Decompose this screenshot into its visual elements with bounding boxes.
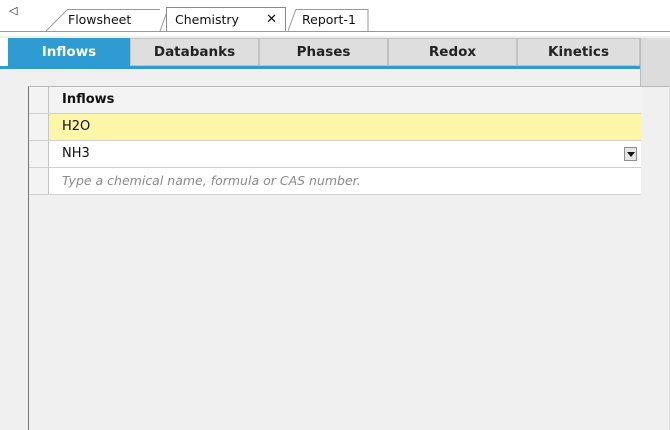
scroll-tabs-left-icon[interactable]: ◁ (9, 4, 17, 18)
column-header-inflows[interactable]: Inflows (62, 87, 114, 113)
tab-report-1[interactable]: Report-1 (288, 9, 376, 31)
new-inflow-row[interactable]: Type a chemical name, formula or CAS num… (29, 168, 641, 195)
row-header-cell (29, 87, 49, 113)
tab-inflows[interactable]: Inflows (8, 38, 130, 66)
tab-databanks[interactable]: Databanks (130, 38, 259, 66)
grid-header-row: Inflows (29, 87, 641, 114)
close-icon[interactable]: ✕ (266, 8, 277, 32)
tab-edge-icon (288, 9, 296, 31)
chevron-down-icon (627, 152, 635, 157)
table-row[interactable]: NH3 (29, 141, 641, 168)
tab-chemistry-label: Chemistry (175, 12, 239, 27)
tab-edge-icon (367, 9, 369, 31)
chemistry-window: ◁ Flowsheet Chemistry ✕ Report-1 Inflows… (0, 0, 670, 430)
tab-kinetics[interactable]: Kinetics (517, 38, 640, 66)
inflows-panel: Inflows H2O NH3 Type a chemical name, fo… (0, 69, 669, 430)
inflow-cell[interactable]: NH3 (62, 141, 90, 167)
section-tabbar: Inflows Databanks Phases Redox Kinetics (0, 38, 670, 68)
inflow-cell[interactable]: H2O (62, 114, 90, 140)
new-inflow-input[interactable]: Type a chemical name, formula or CAS num… (62, 168, 361, 194)
row-header-cell[interactable] (29, 114, 49, 140)
tab-flowsheet-label: Flowsheet (68, 12, 132, 27)
tab-edge-icon (46, 9, 69, 31)
document-tabbar: ◁ Flowsheet Chemistry ✕ Report-1 (0, 0, 670, 36)
tab-report-1-label: Report-1 (302, 12, 356, 27)
tab-redox[interactable]: Redox (388, 38, 517, 66)
inflows-grid: Inflows H2O NH3 Type a chemical name, fo… (28, 86, 669, 430)
tab-flowsheet[interactable]: Flowsheet (46, 9, 168, 31)
dropdown-button[interactable] (624, 147, 637, 161)
table-row[interactable]: H2O (29, 114, 641, 141)
tab-phases[interactable]: Phases (259, 38, 388, 66)
row-header-cell[interactable] (29, 141, 49, 167)
tabbar-divider (0, 31, 670, 32)
tab-chemistry[interactable]: Chemistry ✕ (166, 7, 286, 31)
row-header-cell[interactable] (29, 168, 49, 194)
